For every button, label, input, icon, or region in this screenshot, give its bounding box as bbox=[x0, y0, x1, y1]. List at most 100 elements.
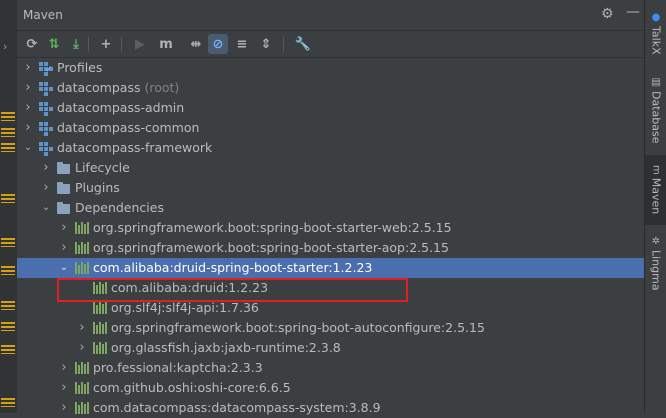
tree-node-label: datacompass (root) bbox=[57, 78, 179, 98]
tree-node[interactable]: › org.springframework.boot:spring-boot-st… bbox=[17, 238, 644, 258]
chevron-right-icon[interactable]: › bbox=[41, 158, 51, 178]
toolbar-separator bbox=[283, 37, 284, 52]
tree-node[interactable]: › datacompass-admin bbox=[17, 98, 644, 118]
tree-node[interactable]: › pro.fessional:kaptcha:2.3.3 bbox=[17, 358, 644, 378]
sidebar-tab-label: TalkX bbox=[649, 25, 663, 55]
chevron-right-icon[interactable]: › bbox=[59, 358, 69, 378]
gutter-marker bbox=[1, 322, 15, 331]
tree-node[interactable]: › datacompass (root) bbox=[17, 78, 644, 98]
maven-projects-tree[interactable]: › ✔ Profiles › datacompass (root) › datacompas… bbox=[17, 58, 644, 415]
gutter-marker bbox=[1, 128, 15, 137]
library-icon bbox=[93, 342, 107, 354]
settings-wrench-icon[interactable]: 🔧 bbox=[293, 34, 313, 54]
chevron-down-icon[interactable]: ⌄ bbox=[59, 258, 69, 278]
gutter-marker bbox=[1, 238, 15, 247]
chevron-down-icon[interactable]: ⌄ bbox=[23, 138, 33, 158]
sidebar-tab-label: Database bbox=[649, 90, 663, 144]
library-icon bbox=[75, 242, 89, 254]
collapse-all-icon[interactable]: ⇕ bbox=[256, 34, 276, 54]
library-icon bbox=[93, 302, 107, 314]
tree-node[interactable]: › Plugins bbox=[17, 178, 644, 198]
tree-node[interactable]: ⌄ datacompass-framework bbox=[17, 138, 644, 158]
chevron-right-icon[interactable]: › bbox=[59, 378, 69, 398]
tree-node-text: com.alibaba:druid-spring-boot-starter:1.… bbox=[93, 260, 373, 275]
chevron-right-icon[interactable]: › bbox=[41, 178, 51, 198]
chevron-right-icon[interactable]: › bbox=[23, 118, 33, 138]
show-dependencies-icon[interactable]: ≡ bbox=[232, 34, 252, 54]
tree-node-text: Profiles bbox=[57, 60, 103, 75]
download-icon[interactable]: ⤓ bbox=[66, 34, 86, 54]
tree-node-label: Profiles bbox=[57, 58, 102, 78]
gutter-marker bbox=[1, 398, 15, 407]
tree-node[interactable]: › ✔ Profiles bbox=[17, 58, 644, 78]
tool-window-header: Maven ⚙ — bbox=[17, 0, 644, 31]
tree-node-label: org.springframework.boot:spring-boot-aut… bbox=[111, 318, 485, 338]
gutter-arrow-icon: › bbox=[3, 40, 8, 53]
tree-node-text: org.springframework.boot:spring-boot-sta… bbox=[93, 220, 452, 235]
tree-node-label: org.springframework.boot:spring-boot-sta… bbox=[93, 218, 452, 238]
tree-node-text: org.glassfish.jaxb:jaxb-runtime:2.3.8 bbox=[111, 340, 341, 355]
chevron-right-icon[interactable]: › bbox=[59, 238, 69, 258]
folder-icon bbox=[57, 162, 70, 174]
maven-goal-icon[interactable]: m bbox=[156, 34, 176, 54]
talkx-icon: ● bbox=[650, 11, 662, 23]
tree-node[interactable]: › datacompass-common bbox=[17, 118, 644, 138]
sidebar-tab-maven[interactable]: m Maven bbox=[645, 155, 666, 225]
library-icon bbox=[75, 362, 89, 374]
tree-node[interactable]: ⌄ Dependencies bbox=[17, 198, 644, 218]
chevron-right-icon[interactable]: › bbox=[59, 398, 69, 418]
tree-node[interactable]: › Lifecycle bbox=[17, 158, 644, 178]
gutter-marker bbox=[1, 112, 15, 121]
minimize-icon[interactable]: — bbox=[626, 4, 640, 20]
chevron-right-icon[interactable]: › bbox=[59, 218, 69, 238]
tree-node[interactable]: › org.glassfish.jaxb:jaxb-runtime:2.3.8 bbox=[17, 338, 644, 358]
tree-node-label: org.springframework.boot:spring-boot-sta… bbox=[93, 238, 449, 258]
tree-node-text: org.springframework.boot:spring-boot-sta… bbox=[93, 240, 449, 255]
tree-node-text: com.github.oshi:oshi-core:6.6.5 bbox=[93, 380, 291, 395]
library-icon bbox=[93, 322, 107, 334]
gutter-marker bbox=[1, 345, 15, 354]
folder-icon bbox=[57, 182, 70, 194]
tree-node-label: datacompass-framework bbox=[57, 138, 212, 158]
tree-node-label: datacompass-admin bbox=[57, 98, 184, 118]
chevron-right-icon[interactable]: › bbox=[77, 338, 87, 358]
tree-node[interactable]: › com.github.oshi:oshi-core:6.6.5 bbox=[17, 378, 644, 398]
tree-node[interactable]: › org.springframework.boot:spring-boot-au… bbox=[17, 318, 644, 338]
library-icon bbox=[75, 402, 89, 414]
gutter-marker bbox=[1, 143, 15, 152]
gear-icon[interactable]: ⚙ bbox=[601, 6, 614, 22]
toggle-offline-icon[interactable]: ⇹ bbox=[186, 34, 206, 54]
reload-icon[interactable]: ⟳ bbox=[22, 34, 42, 54]
library-icon bbox=[75, 222, 89, 234]
tree-node-label: Dependencies bbox=[75, 198, 164, 218]
chevron-down-icon[interactable]: ⌄ bbox=[41, 198, 51, 218]
chevron-right-icon[interactable]: › bbox=[23, 58, 33, 78]
skip-tests-icon[interactable]: ⊘ bbox=[208, 34, 228, 54]
gutter-marker bbox=[1, 301, 15, 310]
tree-node-label: org.glassfish.jaxb:jaxb-runtime:2.3.8 bbox=[111, 338, 341, 358]
tree-node-label: Lifecycle bbox=[75, 158, 130, 178]
sidebar-tab-label: Maven bbox=[649, 178, 663, 215]
sidebar-tab-database[interactable]: ▤ Database bbox=[645, 70, 666, 150]
tree-node-text: org.springframework.boot:spring-boot-aut… bbox=[111, 320, 485, 335]
tree-node[interactable]: ⌄ com.alibaba:druid-spring-boot-starter:1… bbox=[17, 258, 644, 278]
tree-node-text: datacompass-framework bbox=[57, 140, 213, 155]
generate-sources-icon[interactable]: ⇅ bbox=[44, 34, 64, 54]
chevron-right-icon[interactable]: › bbox=[23, 78, 33, 98]
sidebar-tab-talkx[interactable]: ● TalkX bbox=[645, 4, 666, 62]
tree-node[interactable]: › org.springframework.boot:spring-boot-st… bbox=[17, 218, 644, 238]
tree-node[interactable]: › com.datacompass:datacompass-system:3.8.… bbox=[17, 398, 644, 418]
tree-node-text: datacompass-admin bbox=[57, 100, 185, 115]
run-icon[interactable]: ▶ bbox=[130, 34, 150, 54]
tree-node-label: com.datacompass:datacompass-system:3.8.9 bbox=[93, 398, 381, 418]
add-icon[interactable]: + bbox=[96, 34, 116, 54]
chevron-right-icon[interactable]: › bbox=[77, 318, 87, 338]
maven-module-icon bbox=[39, 102, 53, 116]
chevron-right-icon[interactable]: › bbox=[23, 98, 33, 118]
tool-window-title: Maven bbox=[23, 8, 63, 22]
sidebar-tab-lingma[interactable]: ✲ Lingma bbox=[645, 228, 666, 298]
maven-toolbar: ⟳ ⇅ ⤓ + ▶ m ⇹ ⊘ ≡ ⇕ 🔧 bbox=[17, 31, 644, 58]
tree-node-text: datacompass bbox=[57, 80, 141, 95]
annotation-highlight-box bbox=[57, 278, 408, 302]
maven-icon: m bbox=[650, 165, 662, 176]
